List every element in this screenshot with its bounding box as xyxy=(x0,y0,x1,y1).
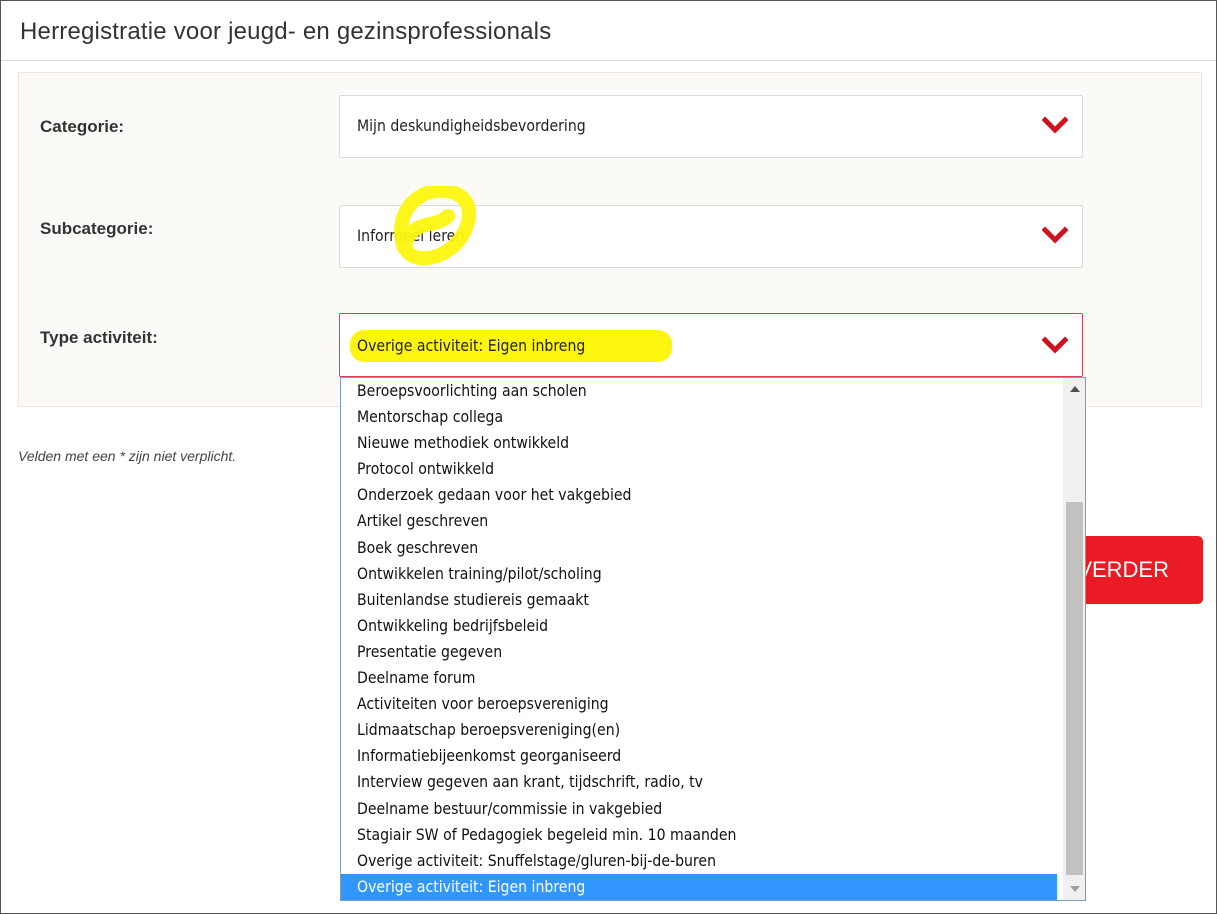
dropdown-option[interactable]: Ontwikkeling bedrijfsbeleid xyxy=(341,613,1057,639)
category-label: Categorie: xyxy=(40,117,125,136)
dropdown-option[interactable]: Ontwikkelen training/pilot/scholing xyxy=(341,561,1057,587)
activity-type-label: Type activiteit: xyxy=(40,328,158,347)
dropdown-option[interactable]: Deelname forum xyxy=(341,665,1057,691)
dropdown-option-label: Stagiair SW of Pedagogiek begeleid min. … xyxy=(357,824,737,844)
dropdown-option-label: Artikel geschreven xyxy=(357,511,489,531)
dropdown-option[interactable]: Boek geschreven xyxy=(341,535,1057,561)
dropdown-option-label: Informatiebijeenkomst georganiseerd xyxy=(357,746,622,766)
scroll-down-arrow-icon[interactable] xyxy=(1066,880,1083,898)
page-title: Herregistratie voor jeugd- en gezinsprof… xyxy=(20,18,552,45)
activity-type-select[interactable]: Overige activiteit: Eigen inbreng xyxy=(339,313,1083,377)
dropdown-option[interactable]: Overige activiteit: Eigen inbreng xyxy=(341,873,1057,900)
dropdown-option-label: Boek geschreven xyxy=(357,537,479,557)
dropdown-option-label: Deelname bestuur/commissie in vakgebied xyxy=(357,798,663,818)
dropdown-option-label: Mentorschap collega xyxy=(357,407,504,427)
dropdown-option[interactable]: Deelname bestuur/commissie in vakgebied xyxy=(341,796,1057,822)
activity-type-value: Overige activiteit: Eigen inbreng xyxy=(357,336,586,355)
dropdown-option[interactable]: Lidmaatschap beroepsvereniging(en) xyxy=(341,717,1057,743)
dropdown-option-label: Ontwikkelen training/pilot/scholing xyxy=(357,563,602,583)
dropdown-option-label: Deelname forum xyxy=(357,668,476,688)
chevron-down-icon xyxy=(1042,116,1068,134)
dropdown-option-label: Presentatie gegeven xyxy=(357,641,503,661)
scroll-up-arrow-icon[interactable] xyxy=(1066,380,1083,398)
dropdown-option[interactable]: Overige activiteit: Snuffelstage/gluren-… xyxy=(341,848,1057,874)
dropdown-option[interactable]: Mentorschap collega xyxy=(341,404,1057,430)
dropdown-option-label: Buitenlandse studiereis gemaakt xyxy=(357,589,589,609)
chevron-down-icon xyxy=(1042,336,1068,354)
dropdown-option[interactable]: Presentatie gegeven xyxy=(341,639,1057,665)
yellow-highlight-annotation xyxy=(394,186,477,266)
dropdown-scrollbar[interactable] xyxy=(1063,378,1085,900)
dropdown-option-label: Activiteiten voor beroepsvereniging xyxy=(357,694,609,714)
dropdown-option-label: Ontwikkeling bedrijfsbeleid xyxy=(357,615,549,635)
dropdown-option[interactable]: Informatiebijeenkomst georganiseerd xyxy=(341,743,1057,769)
scrollbar-thumb[interactable] xyxy=(1066,502,1083,875)
dropdown-option-label: Overige activiteit: Eigen inbreng xyxy=(357,876,586,896)
category-value: Mijn deskundigheidsbevordering xyxy=(357,116,586,135)
dropdown-option[interactable]: Buitenlandse studiereis gemaakt xyxy=(341,587,1057,613)
dropdown-option-label: Protocol ontwikkeld xyxy=(357,459,495,479)
subcategory-label: Subcategorie: xyxy=(40,219,154,238)
dropdown-options: Beroepsvoorlichting aan scholen Mentorsch… xyxy=(341,378,1057,900)
dropdown-option[interactable]: Protocol ontwikkeld xyxy=(341,456,1057,482)
chevron-down-icon xyxy=(1042,226,1068,244)
activity-type-dropdown-list[interactable]: Beroepsvoorlichting aan scholen Mentorsch… xyxy=(340,377,1086,901)
category-select[interactable]: Mijn deskundigheidsbevordering xyxy=(339,95,1083,158)
dropdown-option[interactable]: Artikel geschreven xyxy=(341,508,1057,534)
dropdown-option-label: Beroepsvoorlichting aan scholen xyxy=(357,381,587,400)
dropdown-option[interactable]: Stagiair SW of Pedagogiek begeleid min. … xyxy=(341,822,1057,848)
dropdown-option[interactable]: Beroepsvoorlichting aan scholen xyxy=(341,378,1057,404)
dropdown-option-label: Overige activiteit: Snuffelstage/gluren-… xyxy=(357,850,716,870)
dropdown-option-label: Lidmaatschap beroepsvereniging(en) xyxy=(357,720,621,740)
dropdown-option[interactable]: Onderzoek gedaan voor het vakgebied xyxy=(341,482,1057,508)
title-divider xyxy=(1,60,1216,61)
dropdown-option-label: Interview gegeven aan krant, tijdschrift… xyxy=(357,772,704,792)
dropdown-option-label: Onderzoek gedaan voor het vakgebied xyxy=(357,485,632,505)
dropdown-option[interactable]: Activiteiten voor beroepsvereniging xyxy=(341,691,1057,717)
optional-fields-note: Velden met een * zijn niet verplicht. xyxy=(18,448,237,464)
dropdown-option-label: Nieuwe methodiek ontwikkeld xyxy=(357,433,570,453)
dropdown-option[interactable]: Interview gegeven aan krant, tijdschrift… xyxy=(341,769,1057,795)
dropdown-option[interactable]: Nieuwe methodiek ontwikkeld xyxy=(341,430,1057,456)
